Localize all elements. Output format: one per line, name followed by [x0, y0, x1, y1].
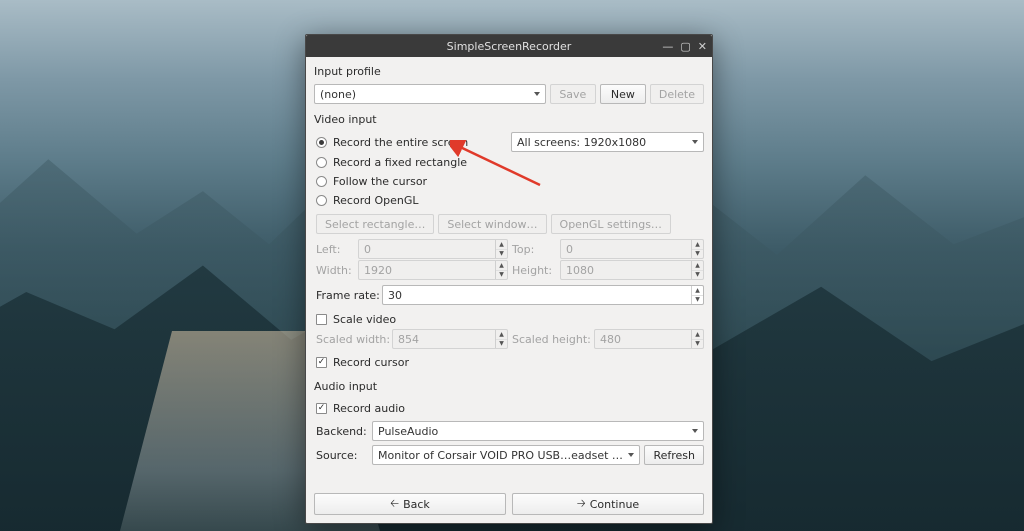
frame-rate-label: Frame rate:: [316, 289, 378, 302]
spinner-icon: ▲▼: [495, 330, 507, 348]
input-profile-select[interactable]: (none): [314, 84, 546, 104]
frame-rate-input[interactable]: 30 ▲▼: [382, 285, 704, 305]
spinner-icon: ▲▼: [495, 261, 507, 279]
chevron-down-icon: [534, 92, 540, 96]
input-profile-value: (none): [320, 88, 356, 101]
spinner-icon: ▲▼: [691, 240, 703, 258]
checkbox-icon: [316, 357, 327, 368]
spinner-icon: ▲▼: [495, 240, 507, 258]
window-title: SimpleScreenRecorder: [447, 40, 572, 53]
profile-new-button[interactable]: New: [600, 84, 646, 104]
select-rectangle-button: Select rectangle…: [316, 214, 434, 234]
checkbox-icon: [316, 314, 327, 325]
spinner-icon[interactable]: ▲▼: [691, 286, 703, 304]
window-content: Input profile (none) Save New Delete Vid…: [306, 57, 712, 523]
spinner-icon: ▲▼: [691, 330, 703, 348]
width-input: 1920 ▲▼: [358, 260, 508, 280]
video-input-label: Video input: [314, 113, 704, 126]
height-label: Height:: [512, 264, 556, 277]
backend-select[interactable]: PulseAudio: [372, 421, 704, 441]
width-label: Width:: [316, 264, 354, 277]
chevron-down-icon: [692, 140, 698, 144]
radio-follow-cursor[interactable]: Follow the cursor: [316, 172, 704, 190]
opengl-settings-button: OpenGL settings…: [551, 214, 671, 234]
radio-dot-icon: [316, 157, 327, 168]
profile-save-button: Save: [550, 84, 596, 104]
close-icon[interactable]: ✕: [698, 41, 707, 52]
refresh-button[interactable]: Refresh: [644, 445, 704, 465]
radio-dot-icon: [316, 176, 327, 187]
backend-label: Backend:: [316, 425, 368, 438]
top-input: 0 ▲▼: [560, 239, 704, 259]
record-cursor-checkbox[interactable]: Record cursor: [316, 353, 704, 371]
audio-input-label: Audio input: [314, 380, 704, 393]
radio-dot-icon: [316, 137, 327, 148]
source-select[interactable]: Monitor of Corsair VOID PRO USB…eadset D…: [372, 445, 640, 465]
maximize-icon[interactable]: ▢: [680, 41, 690, 52]
screen-select[interactable]: All screens: 1920x1080: [511, 132, 704, 152]
source-label: Source:: [316, 449, 368, 462]
radio-record-entire-screen[interactable]: Record the entire screen: [316, 133, 491, 151]
radio-record-fixed-rectangle[interactable]: Record a fixed rectangle: [316, 153, 704, 171]
scaled-width-input: 854 ▲▼: [392, 329, 508, 349]
height-input: 1080 ▲▼: [560, 260, 704, 280]
chevron-down-icon: [692, 429, 698, 433]
app-window: SimpleScreenRecorder — ▢ ✕ Input profile…: [305, 34, 713, 524]
select-window-button: Select window…: [438, 214, 546, 234]
scale-video-checkbox[interactable]: Scale video: [316, 310, 704, 328]
radio-dot-icon: [316, 195, 327, 206]
left-input: 0 ▲▼: [358, 239, 508, 259]
radio-record-opengl[interactable]: Record OpenGL: [316, 191, 704, 209]
left-label: Left:: [316, 243, 354, 256]
titlebar[interactable]: SimpleScreenRecorder — ▢ ✕: [306, 35, 712, 57]
back-button[interactable]: 🡠 Back: [314, 493, 506, 515]
checkbox-icon: [316, 403, 327, 414]
continue-button[interactable]: 🡢 Continue: [512, 493, 704, 515]
arrow-right-icon: 🡢: [577, 495, 586, 514]
input-profile-label: Input profile: [314, 65, 704, 78]
scaled-width-label: Scaled width:: [316, 333, 388, 346]
record-audio-checkbox[interactable]: Record audio: [316, 399, 704, 417]
spinner-icon: ▲▼: [691, 261, 703, 279]
scaled-height-label: Scaled height:: [512, 333, 590, 346]
top-label: Top:: [512, 243, 556, 256]
profile-delete-button: Delete: [650, 84, 704, 104]
scaled-height-input: 480 ▲▼: [594, 329, 704, 349]
chevron-down-icon: [628, 453, 634, 457]
window-controls: — ▢ ✕: [662, 35, 707, 57]
minimize-icon[interactable]: —: [662, 41, 673, 52]
arrow-left-icon: 🡠: [390, 495, 399, 514]
